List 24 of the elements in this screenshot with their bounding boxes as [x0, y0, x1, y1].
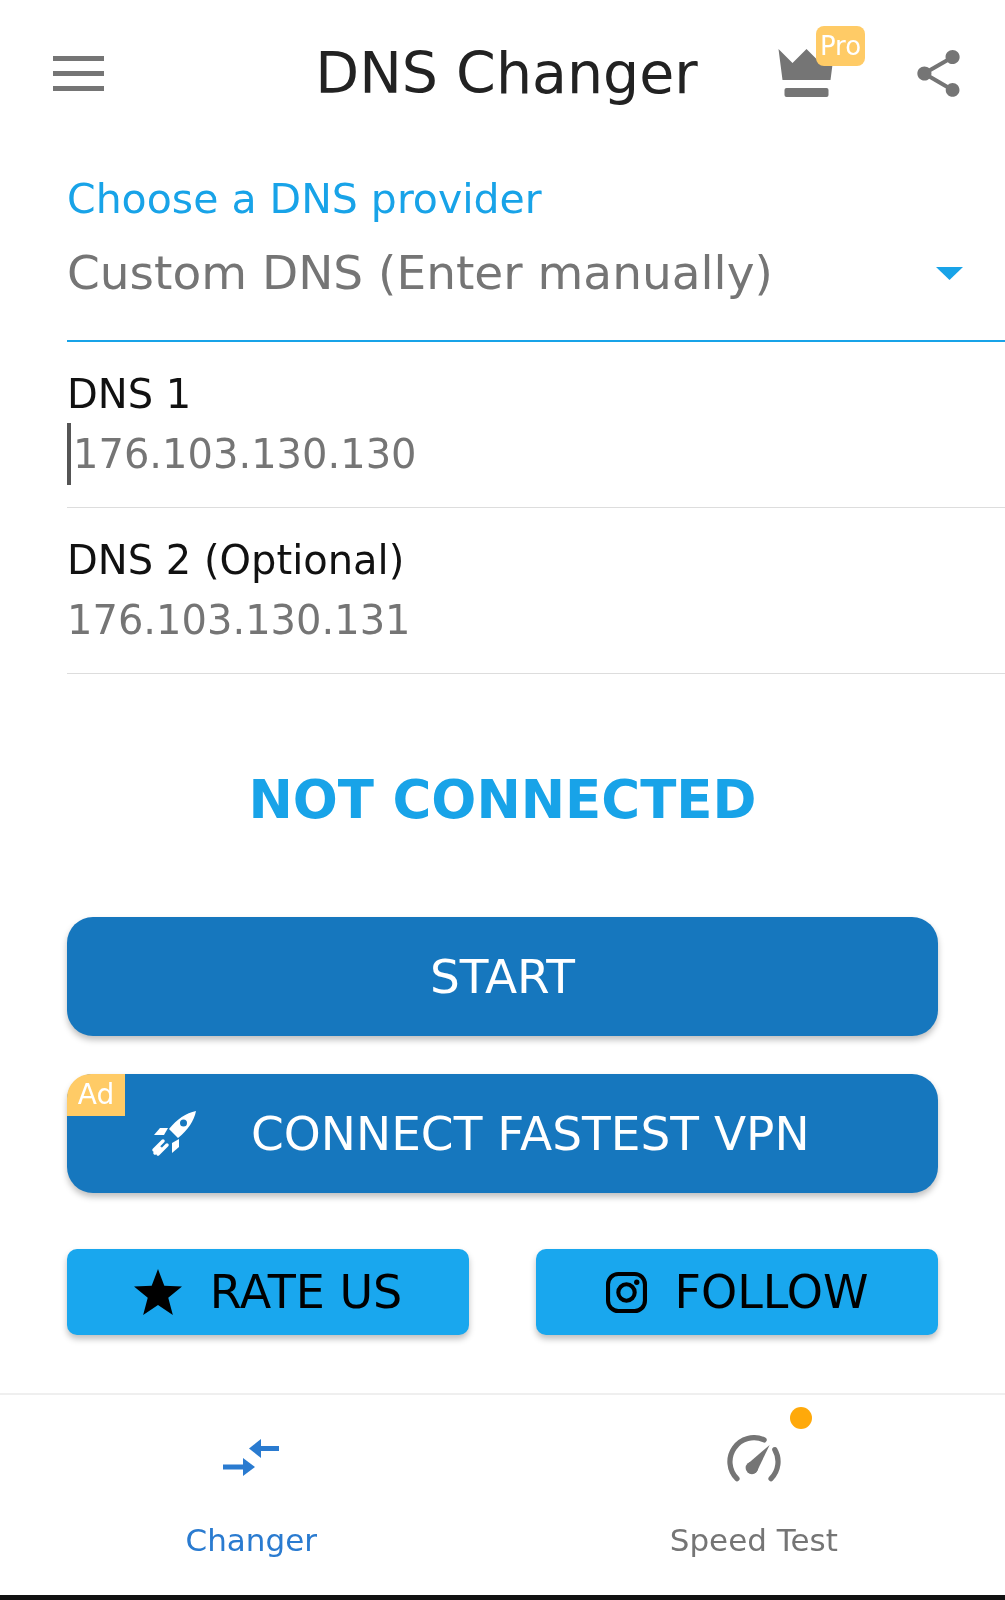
share-icon[interactable]: [917, 49, 960, 97]
start-button[interactable]: START: [67, 917, 938, 1036]
floating-label: DNS 1: [67, 370, 192, 418]
vpn-button[interactable]: Ad CONNECT FASTEST VPN: [67, 1074, 938, 1193]
connection-status: NOT CONNECTED: [247, 768, 758, 832]
caret-icon: [936, 266, 963, 280]
rate-button[interactable]: RATE US: [67, 1249, 469, 1335]
arrows-icon: [223, 1439, 280, 1477]
dns-input-field[interactable]: DNS 2 (Optional) 176.103.130.131: [67, 508, 1005, 674]
menu-icon[interactable]: [53, 55, 104, 91]
provider-dropdown[interactable]: Choose a DNS provider Custom DNS (Enter manually): [67, 175, 1005, 342]
rocket-icon: [149, 1109, 197, 1158]
pro-badge: Pro: [816, 26, 865, 66]
floating-label: DNS 2 (Optional): [67, 536, 405, 584]
nav-tab[interactable]: Changer: [0, 1395, 503, 1595]
app-title: DNS Changer: [315, 39, 698, 107]
floating-label: Choose a DNS provider: [67, 175, 542, 224]
dns-input-field[interactable]: DNS 1 176.103.130.130: [67, 342, 1005, 508]
follow-button[interactable]: FOLLOW: [536, 1249, 938, 1335]
camera-icon: [605, 1271, 647, 1313]
ad-badge: Ad: [67, 1074, 125, 1116]
nav-tab[interactable]: Speed Test: [502, 1395, 1005, 1595]
star-icon: [133, 1269, 182, 1315]
gauge-icon: [726, 1434, 781, 1482]
